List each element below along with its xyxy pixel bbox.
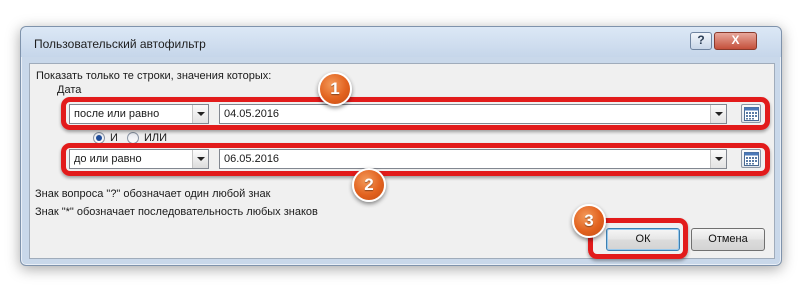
highlight-condition1 [61,97,770,130]
highlight-condition2 [61,143,770,176]
close-button[interactable]: X [714,32,757,50]
cancel-button[interactable]: Отмена [691,228,765,251]
dialog-title: Пользовательский автофильтр [34,37,206,51]
cancel-button-label: Отмена [708,233,748,245]
step-badge-3: 3 [572,204,606,238]
help-icon: ? [697,33,705,47]
step-badge-2: 2 [352,168,386,202]
help-button[interactable]: ? [690,32,712,50]
column-name-label: Дата [57,84,82,96]
question-mark-hint: Знак вопроса "?" обозначает один любой з… [35,188,271,200]
asterisk-hint: Знак "*" обозначает последовательность л… [35,206,318,218]
title-bar: Пользовательский автофильтр ? X [21,27,781,57]
close-icon: X [731,33,740,47]
step-badge-1: 1 [318,72,352,106]
instruction-text: Показать только те строки, значения кото… [36,70,272,82]
